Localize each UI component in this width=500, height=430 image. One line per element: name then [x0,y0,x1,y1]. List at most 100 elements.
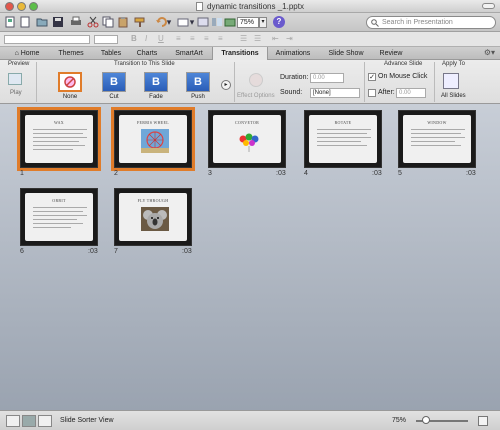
slide-timing: :03 [182,248,192,255]
on-mouse-click-label: On Mouse Click [378,73,428,80]
font-size-field[interactable] [94,35,118,44]
more-transitions-arrow-icon[interactable]: ▸ [221,80,231,90]
align-left-icon[interactable]: ≡ [176,34,181,43]
bold-icon[interactable]: B [131,34,137,43]
ribbon-options-gear-icon[interactable]: ⚙▾ [484,48,495,57]
tab-home[interactable]: ⌂ Home [8,47,46,60]
slide-thumbnail[interactable]: WINDOW [398,110,476,168]
open-folder-icon[interactable] [36,16,48,28]
tab-review[interactable]: Review [372,47,410,60]
tab-themes[interactable]: Themes [48,47,94,60]
transition-push-button[interactable]: B [186,72,210,92]
slide-number: 2 [114,170,118,177]
slide-thumbnail[interactable]: CONVETOR [208,110,286,168]
play-preview-icon[interactable] [8,73,22,85]
gallery-icon[interactable] [211,16,223,28]
status-bar: Slide Sorter View 75% [0,410,500,430]
zoom-window-button[interactable] [29,2,38,11]
document-icon [196,2,203,11]
tab-smartart[interactable]: SmartArt [166,47,212,60]
copy-icon[interactable] [102,16,114,28]
separator [234,62,235,102]
minimize-window-button[interactable] [17,2,26,11]
tab-animations[interactable]: Animations [268,47,318,60]
on-mouse-click-checkbox[interactable]: ✓ [368,73,376,81]
toolbox-icon[interactable] [224,16,236,28]
save-icon[interactable] [52,16,64,28]
transition-cut-button[interactable]: B [102,72,126,92]
decrease-indent-icon[interactable]: ⇤ [272,34,279,43]
tab-tables[interactable]: Tables [94,47,128,60]
underline-icon[interactable]: U [158,34,164,43]
font-name-field[interactable] [4,35,90,44]
paste-icon[interactable] [117,16,129,28]
separator [36,62,37,102]
fit-to-window-icon[interactable] [478,416,488,426]
after-label: After: [378,89,395,96]
new-from-template-icon[interactable] [4,16,16,28]
slide-number: 7 [114,248,118,255]
slide-thumbnail[interactable]: FERRIS WHEEL [111,107,195,171]
zoom-field[interactable]: 75% [237,17,259,28]
search-field[interactable]: Search in Presentation [366,16,496,29]
slide-layout-icon[interactable] [197,16,209,28]
apply-all-slides-icon[interactable] [443,73,459,89]
undo-menu-arrow-icon[interactable]: ▾ [166,16,172,28]
after-field[interactable]: 0.00 [396,88,426,98]
sound-select[interactable]: [None] [310,88,360,98]
italic-icon[interactable]: I [145,34,147,43]
zoom-slider-knob[interactable] [422,416,430,424]
transition-none-button[interactable] [58,72,82,92]
effect-options-label: Effect Options [237,93,275,99]
transition-group-label: Transition to This Slide [114,61,175,67]
slide-thumbnail[interactable]: WAX [17,107,101,171]
tab-transitions[interactable]: Transitions [212,47,268,60]
zoom-menu-arrow-icon[interactable]: ▾ [259,17,267,28]
koala-image [141,207,169,231]
effect-options-icon[interactable] [249,73,263,87]
slide-title: ORBIT [52,198,66,203]
slide-thumbnail[interactable]: ROTATE [304,110,382,168]
search-icon [371,19,379,27]
bullets-icon[interactable]: ☰ [240,34,247,43]
slide-number: 3 [208,170,212,177]
after-checkbox[interactable] [368,89,376,97]
tab-charts[interactable]: Charts [128,47,166,60]
cut-icon[interactable] [87,16,99,28]
apply-group-label: Apply To [442,61,465,67]
justify-icon[interactable]: ≡ [218,34,223,43]
close-window-button[interactable] [5,2,14,11]
tab-slide-show[interactable]: Slide Show [320,47,372,60]
transition-cut-label: Cut [109,94,119,100]
slide-thumbnail[interactable]: ORBIT [20,188,98,246]
transition-fade-button[interactable]: B [144,72,168,92]
new-slide-icon[interactable] [177,16,189,28]
new-slide-menu-arrow-icon[interactable]: ▾ [189,16,195,28]
duration-label: Duration: [280,74,309,81]
align-center-icon[interactable]: ≡ [190,34,195,43]
sound-label: Sound: [280,89,303,96]
duration-field[interactable]: 0.00 [310,73,344,83]
separator [434,62,435,102]
align-right-icon[interactable]: ≡ [204,34,209,43]
slide-sorter-view-icon[interactable] [22,415,36,427]
slide-number: 6 [20,248,24,255]
toolbar-toggle-button[interactable] [482,3,495,9]
slide-timing: :03 [276,170,286,177]
slide-sorter-area[interactable]: WAX 1 FERRIS WHEEL 2 CONVETOR 3:03 ROTA… [0,104,500,410]
normal-view-icon[interactable] [6,415,20,427]
advance-group-label: Advance Slide [384,61,423,67]
slide-title: FLY THROUGH [137,198,169,203]
help-icon[interactable]: ? [273,16,285,28]
slide-thumbnail[interactable]: FLY THROUGH [114,188,192,246]
format-painter-icon[interactable] [134,16,146,28]
new-document-icon[interactable] [19,16,31,28]
transitions-ribbon: Preview Play Transition to This Slide No… [0,60,500,104]
status-zoom-label: 75% [392,417,407,424]
slide-show-view-icon[interactable] [38,415,52,427]
increase-indent-icon[interactable]: ⇥ [286,34,293,43]
slide-title: ROTATE [334,120,352,125]
numbering-icon[interactable]: ☰ [254,34,261,43]
formatting-bar: B I U ≡ ≡ ≡ ≡ ☰ ☰ ⇤ ⇥ [0,32,500,47]
print-icon[interactable] [70,16,82,28]
